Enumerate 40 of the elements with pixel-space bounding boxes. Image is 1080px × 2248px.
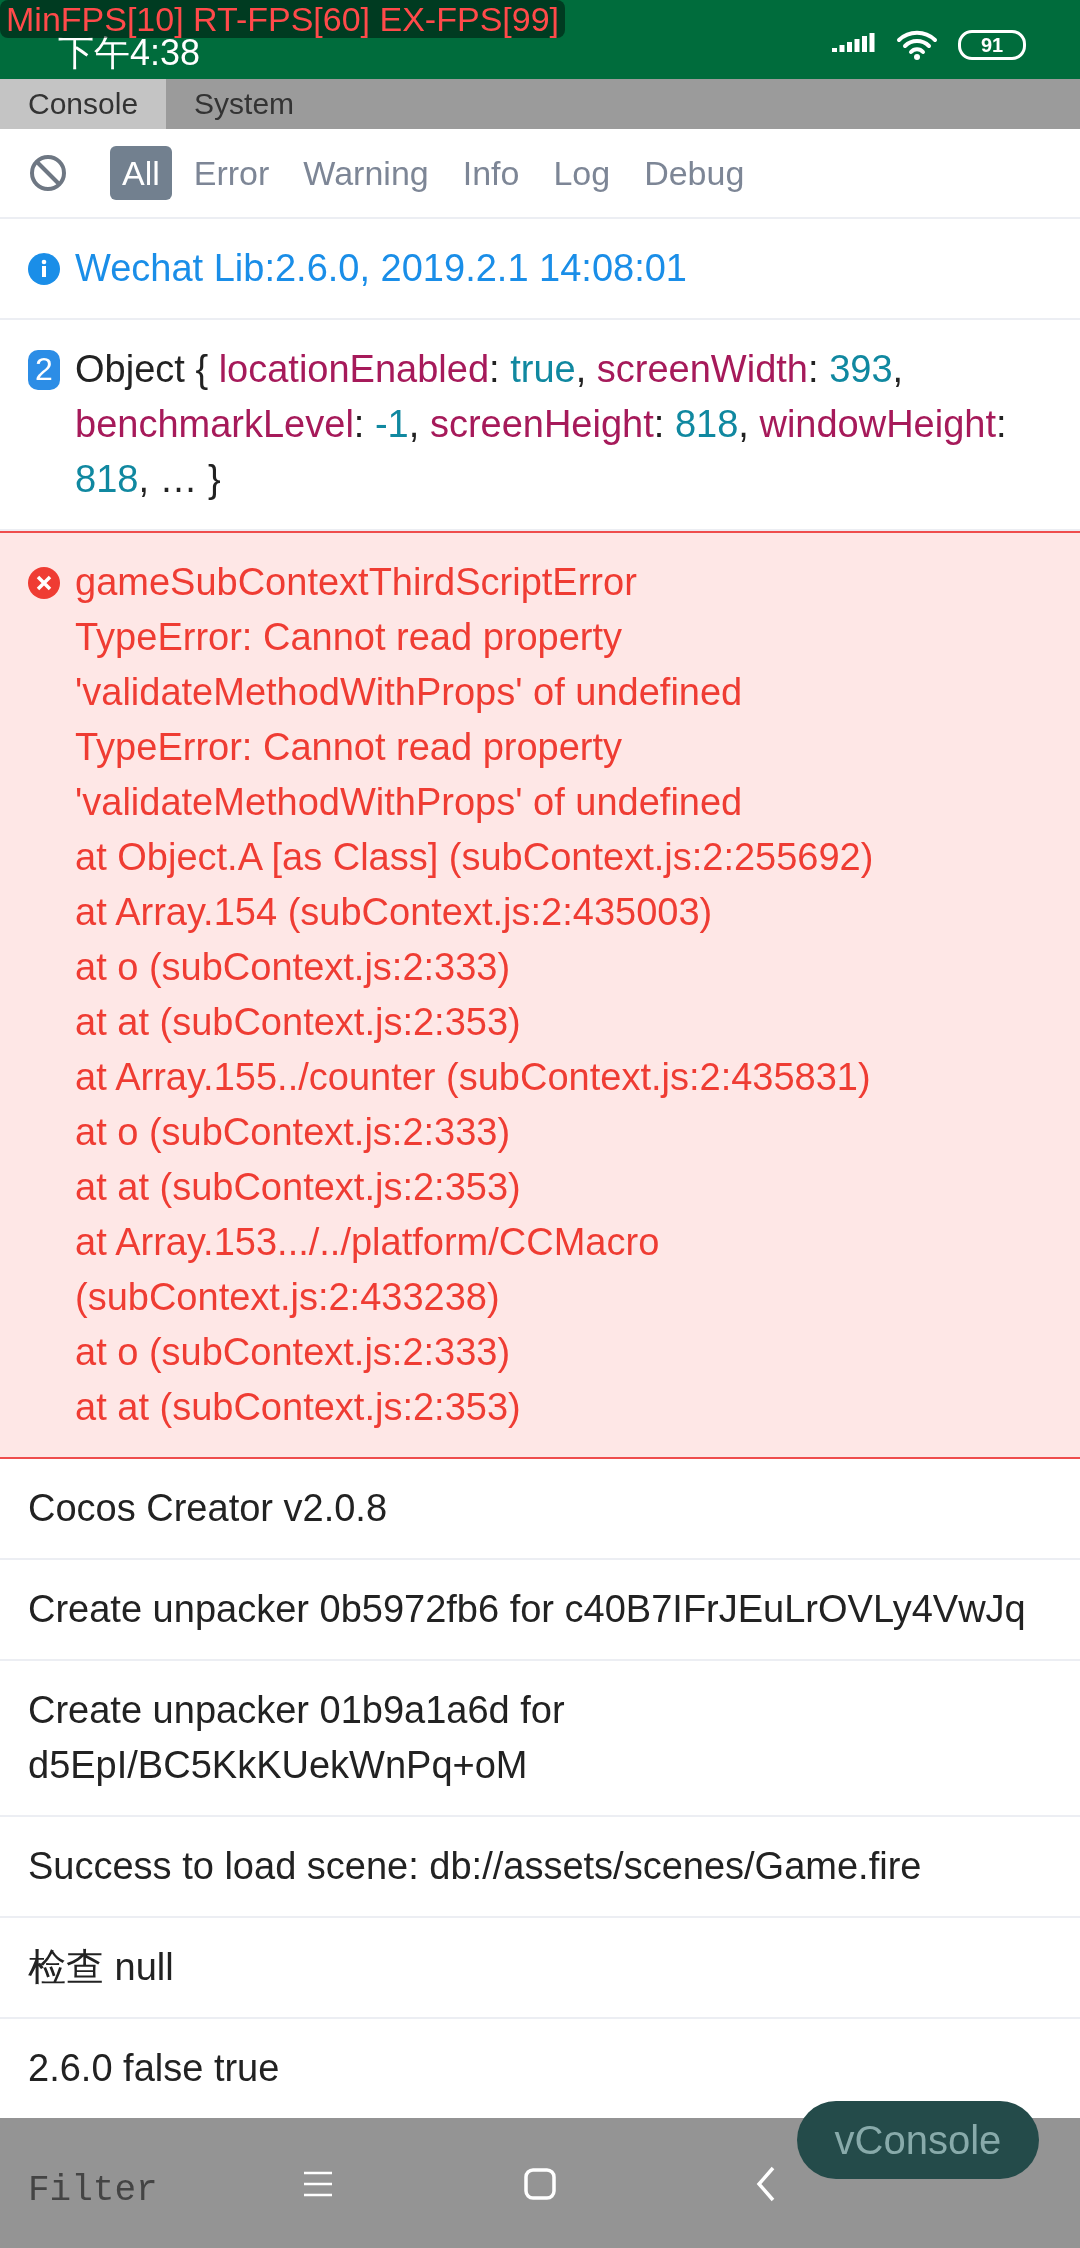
filter-tab[interactable]: Error [181,146,282,200]
error-line: at o (subContext.js:2:333) [75,1330,512,1375]
wifi-icon [896,29,938,61]
log-message: 2.6.0 false true [28,2046,280,2091]
repeat-count: 2 [28,349,60,390]
filter-tab[interactable]: Info [450,146,532,200]
log-message: Create unpacker 01b9a1a6d for d5EpI/BC5KkKUekWnPq+oM [28,1688,566,1788]
panel-tab[interactable]: Console [0,79,167,129]
vconsole-button[interactable]: vConsole [797,2101,1039,2179]
filter-tab[interactable]: Debug [632,146,757,200]
battery-icon: 91 [958,30,1026,60]
filter-tab[interactable]: All [110,146,172,200]
log-message: Object { locationEnabled: true, screenWidth: 393, benchmarkLevel: -1, screenHeight: 818, windowHeight: 818, … } [75,347,1008,502]
home-icon[interactable] [523,2167,557,2201]
clear-icon[interactable] [28,153,68,193]
menu-icon[interactable] [302,2170,334,2198]
error-line: TypeError: Cannot read property 'validateMethodWithProps' of undefined [75,615,744,715]
error-line: at o (subContext.js:2:333) [75,945,512,990]
error-line: at o (subContext.js:2:333) [75,1110,512,1155]
filter-field[interactable]: Filter [28,2160,248,2220]
filter-tab[interactable]: Warning [291,146,441,200]
error-line: at at (subContext.js:2:353) [75,1000,522,1045]
back-icon[interactable] [755,2165,777,2203]
error-line: at at (subContext.js:2:353) [75,1385,522,1430]
error-line: at Object.A [as Class] (subContext.js:2:255692) [75,835,875,880]
log-message: Create unpacker 0b5972fb6 for c40B7IFrJEuLrOVLy4VwJq [28,1587,1026,1632]
log-message: Cocos Creator v2.0.8 [28,1486,388,1531]
error-line: at Array.153.../../platform/CCMacro (subContext.js:2:433238) [75,1220,661,1320]
filter-tab[interactable]: Log [541,146,623,200]
log-message: 检查 null [28,1945,174,1990]
info-icon [28,252,60,285]
error-line: gameSubContextThirdScriptError [75,560,638,605]
error-icon [28,566,60,599]
fps-overlay: MinFPS[10] RT-FPS[60] EX-FPS[99] [0,0,565,38]
log-message: Wechat Lib:2.6.0, 2019.2.1 14:08:01 [75,246,688,291]
panel-tab[interactable]: System [166,79,323,129]
error-line: at Array.155../counter (subContext.js:2:435831) [75,1055,872,1100]
log-message: Success to load scene: db://assets/scenes/Game.fire [28,1844,922,1889]
error-line: at Array.154 (subContext.js:2:435003) [75,890,714,935]
error-line: at at (subContext.js:2:353) [75,1165,522,1210]
